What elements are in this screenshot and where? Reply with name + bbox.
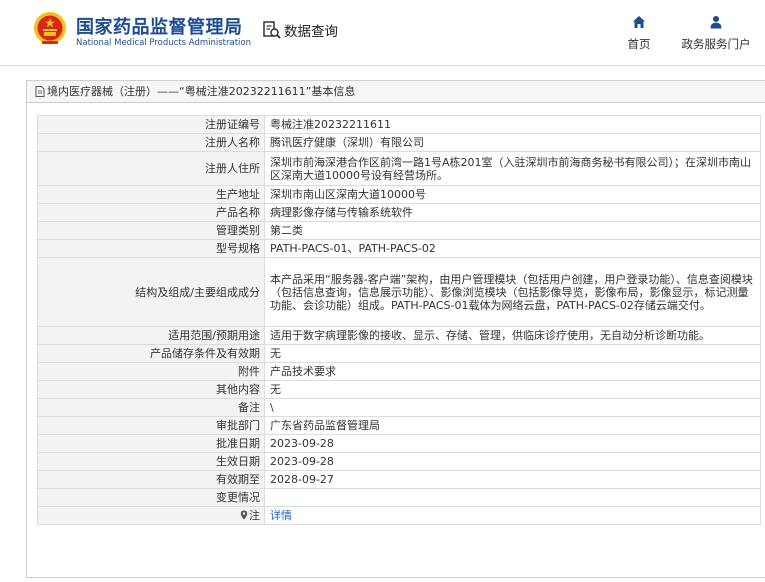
- data-query-link[interactable]: 数据查询: [262, 19, 338, 41]
- table-row-note: 注 详情: [37, 506, 761, 525]
- table-row: 适用范围/预期用途 适用于数字病理影像的接收、显示、存储、管理，供临床诊疗使用，…: [37, 326, 761, 345]
- row-value: 2023-09-28: [264, 452, 761, 471]
- row-value: 产品技术要求: [264, 362, 761, 381]
- row-label: 备注: [37, 398, 265, 417]
- nav-home-label: 首页: [627, 37, 651, 51]
- document-icon: [35, 86, 45, 97]
- panel-title-text: 境内医疗器械（注册）——“粤械注准20232211611”基本信息: [47, 84, 356, 98]
- table-row: 管理类别 第二类: [37, 221, 761, 240]
- row-value: 无: [264, 344, 761, 363]
- table-row: 审批部门 广东省药品监督管理局: [37, 416, 761, 435]
- table-row: 产品储存条件及有效期 无: [37, 344, 761, 363]
- table-row: 产品名称 病理影像存储与传输系统软件: [37, 203, 761, 222]
- panel-title: 境内医疗器械（注册）——“粤械注准20232211611”基本信息: [27, 81, 765, 103]
- row-label: 有效期至: [37, 470, 265, 489]
- detail-panel: 境内医疗器械（注册）——“粤械注准20232211611”基本信息 注册证编号 …: [26, 80, 765, 578]
- row-value: 2023-09-28: [264, 434, 761, 453]
- national-emblem-icon: [34, 12, 66, 44]
- nav-home[interactable]: 首页: [624, 15, 654, 52]
- row-label: 注册人名称: [37, 133, 265, 152]
- row-label: 审批部门: [37, 416, 265, 435]
- row-value: 深圳市南山区深南大道10000号: [264, 185, 761, 204]
- table-row: 生效日期 2023-09-28: [37, 452, 761, 471]
- table-row: 注册人名称 腾讯医疗健康（深圳）有限公司: [37, 133, 761, 152]
- row-value-note: 详情: [264, 506, 761, 525]
- row-value: 广东省药品监督管理局: [264, 416, 761, 435]
- row-value: 第二类: [264, 221, 761, 240]
- nav-service-portal[interactable]: 政务服务门户: [676, 15, 756, 52]
- table-row: 批准日期 2023-09-28: [37, 434, 761, 453]
- row-label: 注册证编号: [37, 115, 265, 134]
- row-label: 型号规格: [37, 239, 265, 258]
- row-label: 管理类别: [37, 221, 265, 240]
- table-row: 结构及组成/主要组成成分 本产品采用“服务器-客户端”架构，由用户管理模块（包括…: [37, 257, 761, 327]
- table-row: 备注 \: [37, 398, 761, 417]
- registration-info-table: 注册证编号 粤械注准20232211611 注册人名称 腾讯医疗健康（深圳）有限…: [37, 115, 761, 525]
- nav-service-label: 政务服务门户: [681, 37, 751, 51]
- row-label: 生产地址: [37, 185, 265, 204]
- data-query-icon: [263, 21, 281, 39]
- row-value: 腾讯医疗健康（深圳）有限公司: [264, 133, 761, 152]
- row-label: 注册人住所: [37, 151, 265, 186]
- row-value: [264, 488, 761, 507]
- row-label: 附件: [37, 362, 265, 381]
- table-row: 有效期至 2028-09-27: [37, 470, 761, 489]
- table-row: 型号规格 PATH-PACS-01、PATH-PACS-02: [37, 239, 761, 258]
- row-label: 其他内容: [37, 380, 265, 399]
- note-label: 注: [249, 509, 260, 522]
- location-pin-icon: [240, 510, 248, 520]
- row-label: 产品名称: [37, 203, 265, 222]
- row-value: PATH-PACS-01、PATH-PACS-02: [264, 239, 761, 258]
- table-row: 生产地址 深圳市南山区深南大道10000号: [37, 185, 761, 204]
- row-label-note: 注: [37, 506, 265, 525]
- row-value: 本产品采用“服务器-客户端”架构，由用户管理模块（包括用户创建，用户登录功能）、…: [264, 257, 761, 327]
- row-value: 适用于数字病理影像的接收、显示、存储、管理，供临床诊疗使用，无自动分析诊断功能。: [264, 326, 761, 345]
- row-value: \: [264, 398, 761, 417]
- table-row: 其他内容 无: [37, 380, 761, 399]
- row-label: 产品储存条件及有效期: [37, 344, 265, 363]
- site-header: 国家药品监督管理局 National Medical Products Admi…: [0, 0, 765, 66]
- table-row: 变更情况: [37, 488, 761, 507]
- row-label: 批准日期: [37, 434, 265, 453]
- brand-title-cn: 国家药品监督管理局: [76, 17, 243, 38]
- table-row: 附件 产品技术要求: [37, 362, 761, 381]
- user-icon: [710, 16, 722, 29]
- details-link[interactable]: 详情: [270, 509, 292, 522]
- row-value: 病理影像存储与传输系统软件: [264, 203, 761, 222]
- row-label: 结构及组成/主要组成成分: [37, 257, 265, 327]
- data-query-label: 数据查询: [284, 24, 338, 40]
- row-label: 变更情况: [37, 488, 265, 507]
- row-value: 粤械注准20232211611: [264, 115, 761, 134]
- row-value: 2028-09-27: [264, 470, 761, 489]
- table-row: 注册证编号 粤械注准20232211611: [37, 115, 761, 134]
- row-value: 无: [264, 380, 761, 399]
- table-row: 注册人住所 深圳市前海深港合作区前湾一路1号A栋201室（入驻深圳市前海商务秘书…: [37, 151, 761, 186]
- home-icon: [633, 16, 645, 28]
- row-label: 适用范围/预期用途: [37, 326, 265, 345]
- row-value: 深圳市前海深港合作区前湾一路1号A栋201室（入驻深圳市前海商务秘书有限公司）；…: [264, 151, 761, 186]
- row-label: 生效日期: [37, 452, 265, 471]
- brand-title-en: National Medical Products Administration: [76, 38, 251, 48]
